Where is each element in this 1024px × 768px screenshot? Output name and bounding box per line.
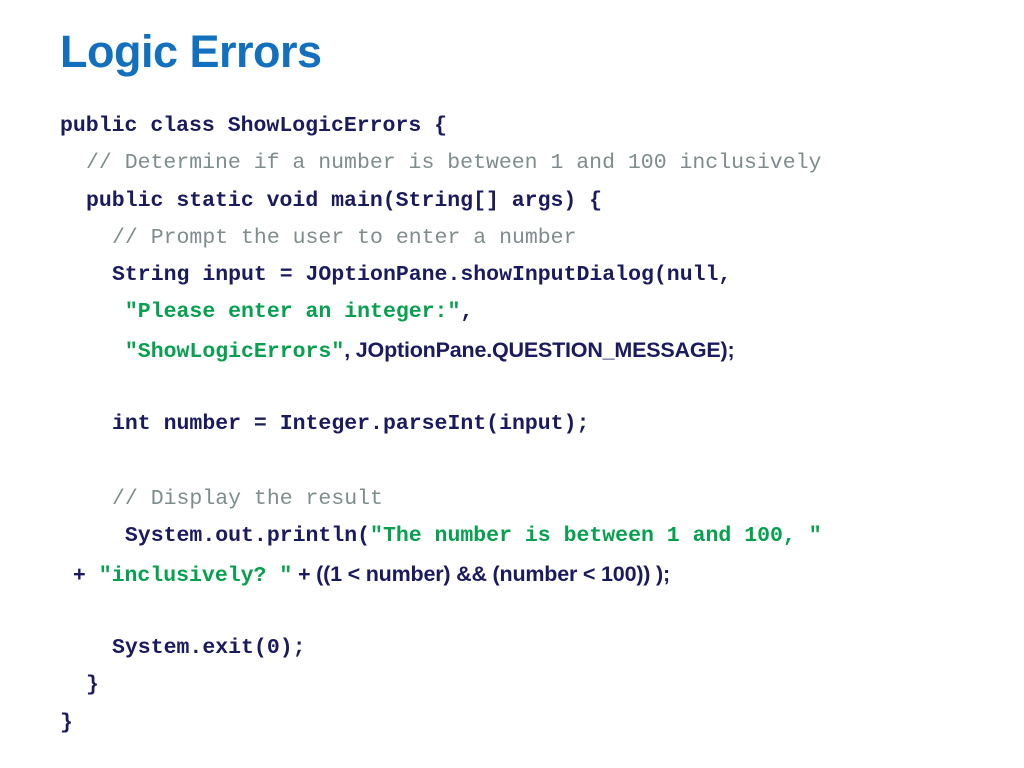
code-token-comment: // Determine if a number is between 1 an… bbox=[86, 151, 822, 176]
code-token-string: "inclusively? " bbox=[98, 563, 293, 588]
code-line: } bbox=[0, 667, 1024, 704]
code-token-code: String input = JOptionPane.showInputDial… bbox=[112, 263, 732, 288]
code-token-code: , bbox=[460, 300, 474, 325]
code-token-comment: // Prompt the user to enter a number bbox=[112, 225, 577, 250]
slide-canvas: Logic Errors public class ShowLogicError… bbox=[0, 0, 1024, 768]
code-token-alt: , JOptionPane.QUESTION_MESSAGE); bbox=[344, 337, 735, 362]
code-line: + "inclusively? " + ((1 < number) && (nu… bbox=[0, 556, 1024, 593]
code-listing: public class ShowLogicErrors { // Determi… bbox=[0, 108, 1024, 742]
code-line: System.out.println("The number is betwee… bbox=[0, 518, 1024, 555]
page-title: Logic Errors bbox=[60, 26, 322, 77]
code-token-code: System.out.println( bbox=[112, 524, 371, 549]
code-token-code: } bbox=[86, 673, 99, 698]
code-line: "ShowLogicErrors", JOptionPane.QUESTION_… bbox=[0, 332, 1024, 369]
code-token-alt: + ((1 < number) && (number < 100)) ); bbox=[292, 561, 670, 586]
code-token-string: "Please enter an integer:" bbox=[112, 300, 461, 325]
code-token-string: "ShowLogicErrors" bbox=[112, 339, 345, 364]
code-line: public class ShowLogicErrors { bbox=[0, 108, 1024, 145]
code-line: int number = Integer.parseInt(input); bbox=[0, 406, 1024, 443]
code-line: "Please enter an integer:", bbox=[0, 294, 1024, 331]
code-line: public static void main(String[] args) { bbox=[0, 183, 1024, 220]
code-token-code: } bbox=[60, 710, 73, 735]
code-token-code: public class ShowLogicErrors { bbox=[60, 114, 448, 138]
code-token-code: System.exit(0); bbox=[112, 636, 306, 661]
code-token-string: "The number is between 1 and 100, " bbox=[370, 524, 822, 549]
code-line: System.exit(0); bbox=[0, 630, 1024, 667]
code-token-code: public static void main(String[] args) { bbox=[86, 188, 603, 213]
code-line: String input = JOptionPane.showInputDial… bbox=[0, 257, 1024, 294]
code-token-code: + bbox=[60, 563, 99, 588]
code-line: // Prompt the user to enter a number bbox=[0, 220, 1024, 257]
code-line: // Determine if a number is between 1 an… bbox=[0, 145, 1024, 182]
code-line: } bbox=[0, 705, 1024, 742]
code-token-comment: // Display the result bbox=[112, 486, 383, 511]
code-line: // Display the result bbox=[0, 481, 1024, 518]
code-token-code: int number = Integer.parseInt(input); bbox=[112, 412, 590, 437]
